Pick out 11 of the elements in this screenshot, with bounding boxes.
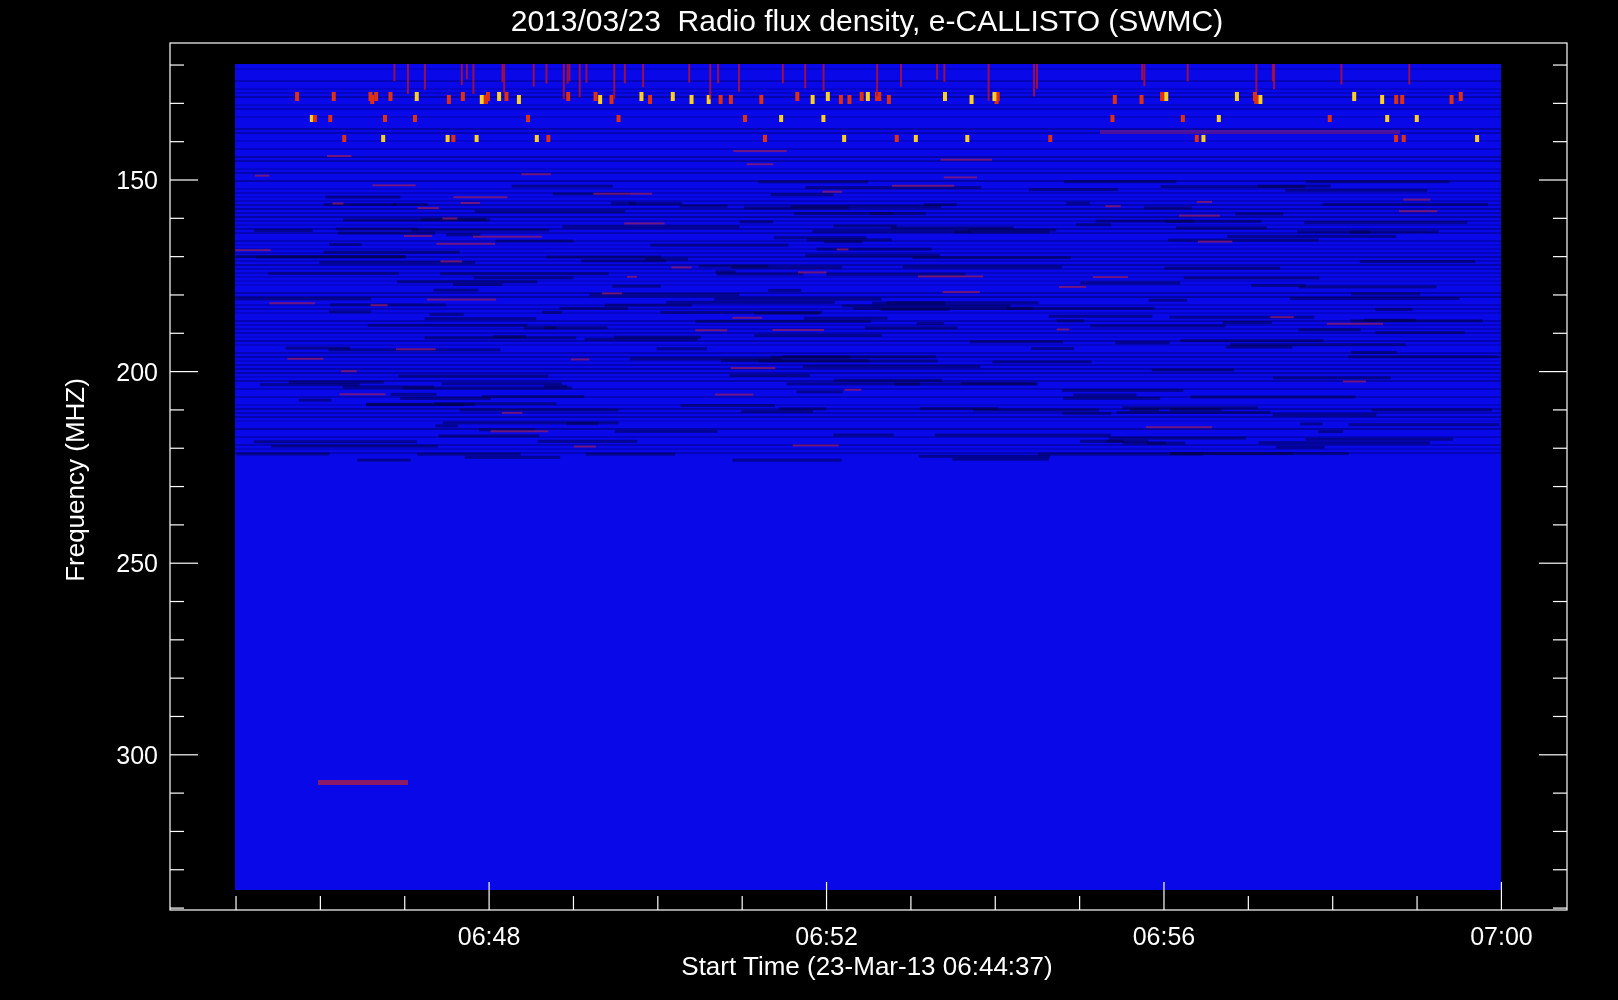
tick-label: 06:56	[1132, 922, 1196, 950]
x-axis-label: Start Time (23-Mar-13 06:44:37)	[681, 951, 1053, 981]
chart-title: 2013/03/23 Radio flux density, e-CALLISTO (SWMC)	[510, 4, 1224, 37]
tick-label: 250	[116, 549, 158, 578]
tick-label: 150	[116, 166, 158, 194]
tick-label: 200	[116, 357, 158, 386]
y-axis-label: Frequency (MHZ)	[60, 378, 90, 582]
tick-label: 06:52	[795, 922, 858, 950]
tick-label: 06:48	[457, 922, 521, 950]
tick-label: 07:00	[1470, 922, 1533, 950]
tick-label: 300	[116, 740, 158, 769]
